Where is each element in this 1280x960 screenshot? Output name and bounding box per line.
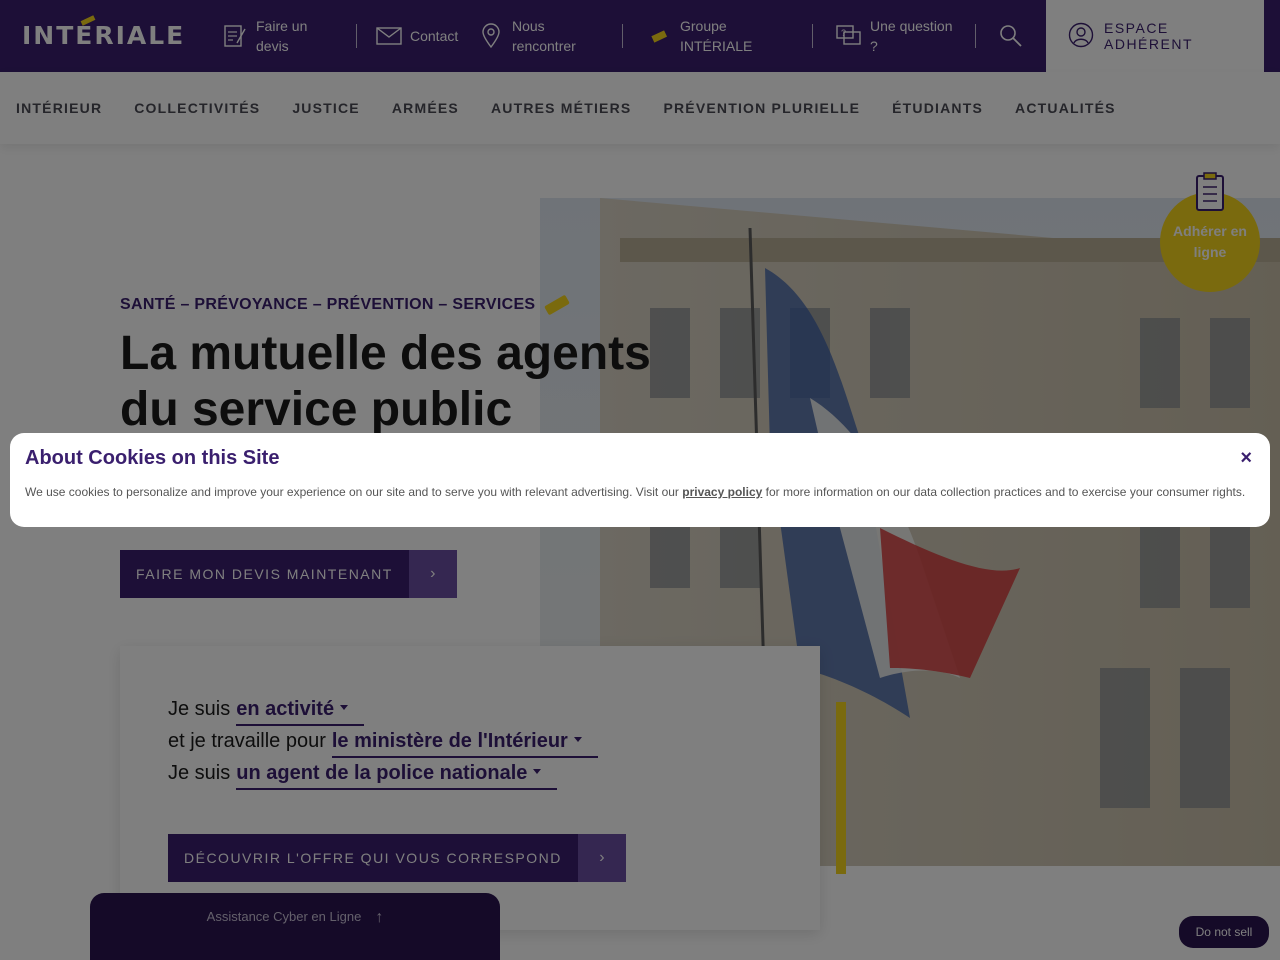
cookie-banner: About Cookies on this Site We use cookie… <box>10 433 1270 527</box>
close-icon[interactable]: × <box>1240 447 1252 470</box>
cookie-text-after: for more information on our data collect… <box>762 485 1246 499</box>
cookie-text: We use cookies to personalize and improv… <box>25 484 1255 500</box>
privacy-policy-link[interactable]: privacy policy <box>682 485 762 499</box>
cookie-text-before: We use cookies to personalize and improv… <box>25 485 683 499</box>
cookie-title: About Cookies on this Site <box>25 447 280 469</box>
